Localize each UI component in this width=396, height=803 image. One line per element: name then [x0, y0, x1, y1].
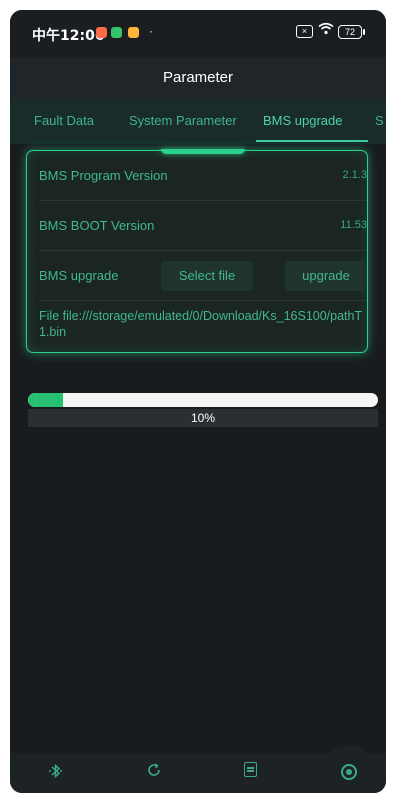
tab-next-partial[interactable]: S — [375, 98, 384, 144]
tab-fault-data[interactable]: Fault Data — [34, 98, 94, 144]
tab-system-parameter[interactable]: System Parameter — [129, 98, 237, 144]
progress-percent: 10% — [28, 409, 378, 427]
boot-version-value: 11.53 — [340, 219, 367, 231]
tab-bar: Fault Data System Parameter BMS upgrade … — [10, 98, 386, 144]
select-file-button[interactable]: Select file — [161, 261, 253, 291]
notification-app-icon — [128, 27, 139, 38]
status-bar: 中午12:06 · × 72 — [10, 10, 386, 58]
upgrade-button[interactable]: upgrade — [285, 261, 367, 291]
tab-bms-upgrade[interactable]: BMS upgrade — [263, 98, 343, 144]
selected-file-path: File file:///storage/emulated/0/Download… — [39, 309, 363, 339]
upgrade-row: BMS upgrade Select file upgrade — [39, 251, 367, 301]
document-icon[interactable] — [244, 762, 257, 777]
wifi-icon — [318, 22, 334, 38]
bms-upgrade-card: BMS Program Version 2.1.3 BMS BOOT Versi… — [26, 149, 368, 353]
progress-fill — [28, 393, 63, 407]
program-version-label: BMS Program Version — [39, 168, 168, 183]
settings-icon[interactable] — [341, 764, 357, 780]
upgrade-label: BMS upgrade — [39, 268, 119, 283]
status-more-dot: · — [149, 24, 153, 38]
sim-x-icon: × — [296, 25, 313, 38]
active-tab-indicator — [256, 140, 368, 142]
battery-icon: 72 — [338, 25, 365, 39]
boot-version-label: BMS BOOT Version — [39, 218, 155, 233]
boot-version-row: BMS BOOT Version 11.53 — [39, 201, 367, 251]
page-title: Parameter — [10, 58, 386, 98]
bluetooth-icon[interactable] — [48, 763, 64, 783]
notification-app-icon — [96, 27, 107, 38]
program-version-value: 2.1.3 — [342, 169, 367, 181]
upgrade-progress-bar — [28, 393, 378, 407]
status-time: 中午12:06 — [32, 28, 105, 44]
program-version-row: BMS Program Version 2.1.3 — [39, 151, 367, 201]
notification-app-icon — [111, 27, 122, 38]
sync-icon[interactable] — [146, 762, 162, 782]
phone-screen: 中午12:06 · × 72 Parameter Fault Data Syst… — [10, 10, 386, 793]
